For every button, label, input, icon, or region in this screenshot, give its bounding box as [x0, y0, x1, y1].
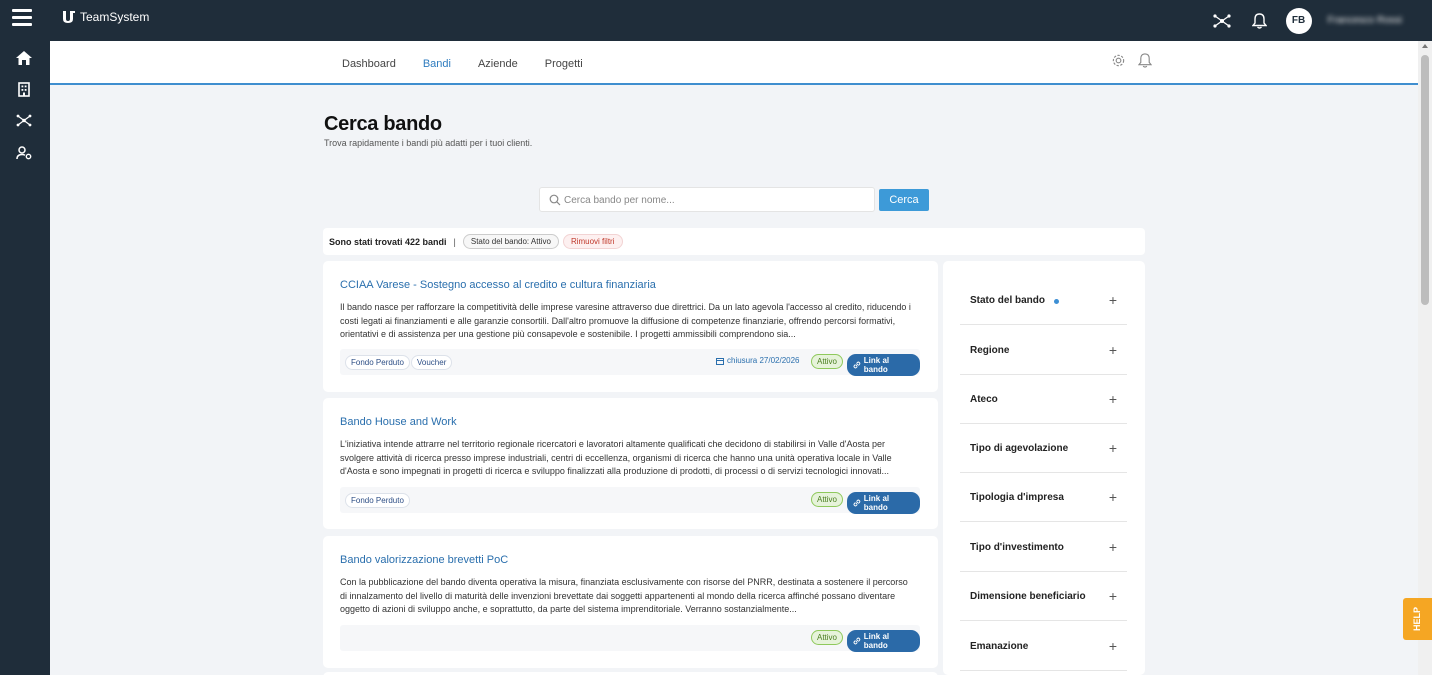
- filter-regione[interactable]: Regione +: [960, 326, 1127, 375]
- closing-date-text: chiusura 27/02/2026: [727, 356, 800, 365]
- results-count: Sono stati trovati 422 bandi: [329, 236, 447, 247]
- tab-bandi[interactable]: Bandi: [423, 58, 451, 70]
- home-icon[interactable]: [14, 48, 34, 68]
- bando-tag: Voucher: [411, 355, 453, 370]
- filter-dimensione-beneficiario[interactable]: Dimensione beneficiario +: [960, 572, 1127, 621]
- search-button[interactable]: Cerca: [879, 189, 929, 211]
- side-rail: [0, 41, 50, 675]
- filter-stato-bando[interactable]: Stato del bando +: [960, 276, 1127, 325]
- network-icon[interactable]: [1212, 11, 1232, 31]
- search-box[interactable]: [539, 187, 875, 212]
- filter-label: Regione: [970, 345, 1010, 356]
- status-badge: Attivo: [811, 354, 844, 369]
- page-subtitle: Trova rapidamente i bandi più adatti per…: [324, 138, 533, 148]
- bando-closing-date: chiusura 27/02/2026: [716, 356, 800, 365]
- active-filter-dot: [1054, 299, 1059, 304]
- bando-footer: Fondo Perduto Attivo Link al bando: [340, 487, 920, 514]
- filter-label: Tipo d'investimento: [970, 542, 1064, 553]
- filter-ateco[interactable]: Ateco +: [960, 375, 1127, 424]
- help-label: HELP: [1412, 606, 1423, 632]
- help-button[interactable]: HELP: [1403, 598, 1432, 640]
- filter-label: Dimensione beneficiario: [970, 591, 1086, 602]
- link-bando-label: Link al bando: [863, 494, 890, 512]
- bando-title[interactable]: Bando House and Work: [340, 416, 457, 428]
- bando-card: CCIAA Varese - Sostegno accesso al credi…: [323, 261, 938, 392]
- bando-tag: Fondo Perduto: [345, 355, 410, 370]
- filter-label: Tipologia d'impresa: [970, 492, 1064, 503]
- filter-label: Ateco: [970, 394, 998, 405]
- scroll-up-arrow-icon[interactable]: [1422, 44, 1428, 48]
- filter-label: Tipo di agevolazione: [970, 443, 1069, 454]
- status-badge: Attivo: [811, 630, 844, 645]
- plus-icon[interactable]: +: [1109, 489, 1117, 505]
- filters-panel: Stato del bando + Regione + Ateco + Tipo…: [943, 261, 1145, 675]
- teamsystem-logo: [63, 11, 75, 23]
- search-icon: [549, 194, 561, 206]
- link-bando-button[interactable]: Link al bando: [847, 354, 920, 376]
- link-icon: [853, 637, 861, 645]
- plus-icon[interactable]: +: [1109, 638, 1117, 654]
- link-icon: [853, 361, 861, 369]
- link-bando-button[interactable]: Link al bando: [847, 630, 920, 652]
- bando-title[interactable]: CCIAA Varese - Sostegno accesso al credi…: [340, 279, 656, 291]
- status-badge: Attivo: [811, 492, 844, 507]
- bando-title[interactable]: Bando valorizzazione brevetti PoC: [340, 554, 508, 566]
- user-settings-icon[interactable]: [14, 143, 34, 163]
- link-icon: [853, 499, 861, 507]
- tab-dashboard[interactable]: Dashboard: [342, 58, 396, 70]
- avatar[interactable]: FB: [1285, 7, 1312, 34]
- bando-footer: Fondo Perduto Voucher chiusura 27/02/202…: [340, 349, 920, 376]
- link-bando-button[interactable]: Link al bando: [847, 492, 920, 514]
- hierarchy-icon[interactable]: [14, 110, 34, 130]
- results-separator: |: [453, 236, 456, 247]
- bando-card: Bando valorizzazione brevetti PoC Con la…: [323, 536, 938, 668]
- search-input[interactable]: [564, 191, 864, 209]
- scrollbar-thumb[interactable]: [1421, 55, 1429, 305]
- logo[interactable]: TeamSystem: [62, 10, 149, 24]
- gear-icon[interactable]: [1111, 53, 1126, 73]
- tab-aziende[interactable]: Aziende: [478, 58, 518, 70]
- link-bando-label: Link al bando: [863, 356, 890, 374]
- bell-icon[interactable]: [1250, 11, 1270, 31]
- bando-description: Con la pubblicazione del bando diventa o…: [340, 577, 908, 614]
- brand-name: TeamSystem: [80, 10, 150, 24]
- bando-description: Il bando nasce per rafforzare la competi…: [340, 302, 911, 339]
- results-bar: Sono stati trovati 422 bandi | Stato del…: [323, 228, 1145, 255]
- user-name[interactable]: Francesco Rossi: [1328, 15, 1402, 26]
- calendar-icon: [716, 357, 724, 365]
- bando-footer: Attivo Link al bando: [340, 625, 920, 652]
- tab-progetti[interactable]: Progetti: [545, 58, 583, 70]
- remove-filters-button[interactable]: Rimuovi filtri: [562, 234, 623, 249]
- page-title: Cerca bando: [324, 113, 442, 135]
- bando-tag: Fondo Perduto: [345, 493, 410, 508]
- bando-description: L'iniziativa intende attrarre nel territ…: [340, 439, 892, 476]
- top-bar: TeamSystem FB Francesco Rossi: [0, 0, 1432, 41]
- bando-card: Bando House and Work L'iniziativa intend…: [323, 398, 938, 529]
- nav-bar: Dashboard Bandi Aziende Progetti: [50, 41, 1418, 85]
- plus-icon[interactable]: +: [1109, 292, 1117, 308]
- link-bando-label: Link al bando: [863, 632, 890, 650]
- plus-icon[interactable]: +: [1109, 342, 1117, 358]
- plus-icon[interactable]: +: [1109, 391, 1117, 407]
- menu-icon[interactable]: [12, 9, 32, 27]
- plus-icon[interactable]: +: [1109, 588, 1117, 604]
- filter-tipo-investimento[interactable]: Tipo d'investimento +: [960, 523, 1127, 572]
- plus-icon[interactable]: +: [1109, 539, 1117, 555]
- filter-label: Stato del bando: [970, 295, 1045, 306]
- plus-icon[interactable]: +: [1109, 440, 1117, 456]
- filter-tipologia-impresa[interactable]: Tipologia d'impresa +: [960, 473, 1127, 522]
- notification-bell-icon[interactable]: [1137, 53, 1153, 73]
- filter-emanazione[interactable]: Emanazione +: [960, 622, 1127, 671]
- filter-tipo-agevolazione[interactable]: Tipo di agevolazione +: [960, 424, 1127, 473]
- filter-chip-status[interactable]: Stato del bando: Attivo: [462, 234, 559, 249]
- filter-label: Emanazione: [970, 641, 1029, 652]
- scrollbar[interactable]: [1418, 41, 1432, 675]
- building-icon[interactable]: [14, 79, 34, 99]
